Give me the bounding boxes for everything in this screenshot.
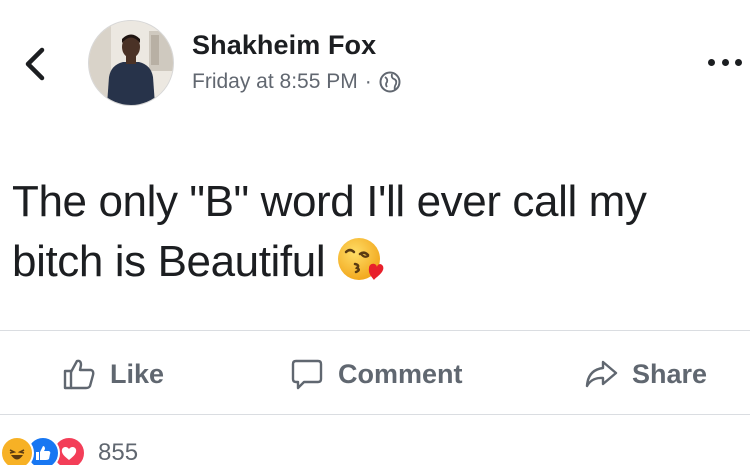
kiss-emoji-icon [335, 234, 385, 284]
more-options-icon[interactable] [708, 56, 742, 68]
more-dot [735, 58, 742, 66]
like-label: Like [110, 358, 165, 389]
avatar[interactable] [88, 20, 174, 106]
more-dot [708, 58, 715, 66]
divider-top [0, 330, 750, 331]
post-body: The only "B" word I'll ever call my bitc… [12, 177, 647, 286]
comment-bubble-icon [290, 357, 324, 391]
facebook-post-screen: Shakheim Fox Friday at 8:55 PM · The onl… [0, 0, 750, 465]
meta-separator: · [364, 70, 372, 93]
post-meta: Friday at 8:55 PM · [192, 70, 401, 94]
share-button[interactable]: Share [584, 354, 707, 394]
post-author-name[interactable]: Shakheim Fox [192, 30, 376, 61]
share-arrow-icon [584, 357, 618, 391]
back-button[interactable] [22, 46, 48, 82]
more-dot [721, 58, 729, 66]
globe-icon [379, 71, 401, 93]
comment-button[interactable]: Comment [290, 354, 463, 394]
post-text: The only "B" word I'll ever call my bitc… [12, 172, 732, 292]
divider-bottom [0, 414, 750, 415]
share-label: Share [632, 358, 708, 389]
haha-icon [0, 436, 34, 465]
profile-photo [89, 21, 173, 105]
reactions-summary[interactable]: 855 [0, 436, 139, 465]
chevron-left-icon [25, 47, 45, 81]
comment-label: Comment [338, 358, 463, 389]
post-timestamp[interactable]: Friday at 8:55 PM [192, 70, 358, 94]
thumbs-up-icon [62, 357, 96, 391]
like-button[interactable]: Like [62, 354, 164, 394]
reaction-count: 855 [98, 439, 139, 465]
